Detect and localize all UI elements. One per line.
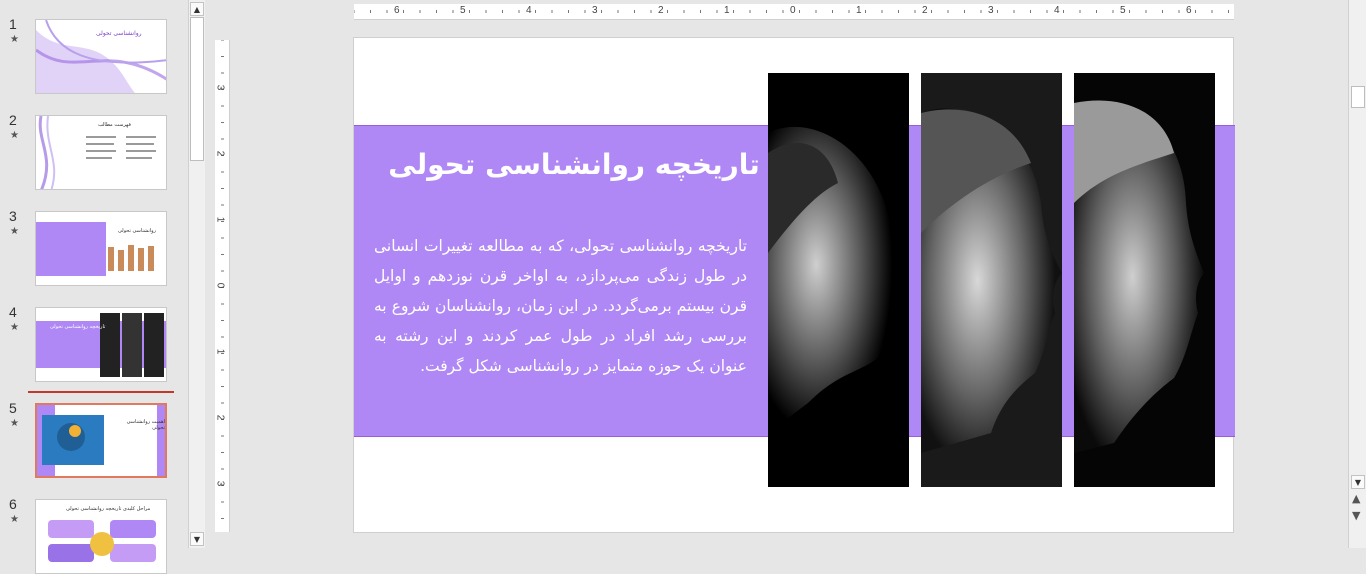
horizontal-ruler: 6 5 4 3 2 1 0 1 2 3 4 5 6 xyxy=(354,4,1234,20)
ruler-number: 4 xyxy=(526,5,532,16)
thumbnail-title: روانشناسی تحولی xyxy=(96,30,142,37)
thumbnail-scrollbar[interactable]: ▲ ▼ xyxy=(188,0,205,548)
thumbnail-title: فهرست مطالب xyxy=(98,122,131,128)
scroll-down-icon[interactable]: ▼ xyxy=(190,532,204,546)
ruler-number: 5 xyxy=(1120,5,1126,16)
ruler-number: 1 xyxy=(724,5,730,16)
scroll-up-icon[interactable]: ▲ xyxy=(190,2,204,16)
ruler-number: 2 xyxy=(658,5,664,16)
thumbnail-art xyxy=(36,313,166,377)
ruler-number: 6 xyxy=(1186,5,1192,16)
thumbnail-slide-1[interactable]: روانشناسی تحولی xyxy=(35,19,167,94)
thumbnail-art xyxy=(37,405,165,476)
thumbnail-art xyxy=(36,222,154,276)
animation-star-icon: ★ xyxy=(10,322,19,333)
ruler-number: 1 xyxy=(214,216,226,223)
vertical-ruler: 3 2 1 0 1 2 3 xyxy=(214,40,230,532)
thumbnail-number: 1 xyxy=(9,16,17,32)
ruler-number: 4 xyxy=(1054,5,1060,16)
scrollbar-thumb[interactable] xyxy=(1351,86,1365,108)
thumbnail-title: روانشناسی تحولی xyxy=(118,228,156,234)
ruler-number: 3 xyxy=(988,5,994,16)
slide-body-text[interactable]: تاریخچه روانشناسی تحولی، که به مطالعه تغ… xyxy=(374,231,747,381)
animation-star-icon: ★ xyxy=(10,514,19,525)
thumbnail-title: مراحل کلیدی تاریخچه روانشناسی تحولی xyxy=(66,506,151,512)
next-slide-icon[interactable]: ▼ xyxy=(1352,509,1360,522)
ruler-number: 2 xyxy=(922,5,928,16)
thumbnail-number: 5 xyxy=(9,400,17,416)
thumbnail-number: 3 xyxy=(9,208,17,224)
animation-star-icon: ★ xyxy=(10,130,19,141)
scrollbar-thumb[interactable] xyxy=(190,17,204,161)
thumbnail-slide-2[interactable]: فهرست مطالب xyxy=(35,115,167,190)
slide-canvas[interactable]: تاریخچه روانشناسی تحولی تاریخچه روانشناس… xyxy=(353,37,1235,533)
ruler-number: 5 xyxy=(460,5,466,16)
slide-title[interactable]: تاریخچه روانشناسی تحولی xyxy=(374,148,774,181)
ruler-number: 3 xyxy=(214,84,226,91)
animation-star-icon: ★ xyxy=(10,34,19,45)
ruler-number: 0 xyxy=(214,282,226,289)
thumbnail-slide-3[interactable]: روانشناسی تحولی xyxy=(35,211,167,286)
slide-scrollbar[interactable]: ▼ ▲ ▼ xyxy=(1348,0,1366,548)
ruler-number: 2 xyxy=(214,150,226,157)
drop-indicator xyxy=(28,391,174,393)
photo-panel-adult[interactable] xyxy=(921,73,1062,487)
slide-thumbnail-pane: 1 ★ روانشناسی تحولی 2 ★ فهرست مطالب 3 ★ … xyxy=(0,0,188,574)
thumbnail-title: اهمیت روانشناسی تحولی xyxy=(126,419,165,431)
ruler-number: 3 xyxy=(592,5,598,16)
thumbnail-number: 4 xyxy=(9,304,17,320)
ruler-number: 6 xyxy=(394,5,400,16)
child-profile-image xyxy=(768,73,909,487)
adult-profile-image xyxy=(921,73,1062,487)
animation-star-icon: ★ xyxy=(10,418,19,429)
ruler-number: 3 xyxy=(214,480,226,487)
thumbnail-slide-4[interactable]: تاریخچه روانشناسی تحولی xyxy=(35,307,167,382)
thumbnail-number: 6 xyxy=(9,496,17,512)
photo-panel-elder[interactable] xyxy=(1074,73,1215,487)
ruler-number: 0 xyxy=(790,5,796,16)
photo-panel-child[interactable] xyxy=(768,73,909,487)
thumbnail-title: تاریخچه روانشناسی تحولی xyxy=(50,324,106,330)
scroll-down-icon[interactable]: ▼ xyxy=(1351,475,1365,489)
previous-slide-icon[interactable]: ▲ xyxy=(1352,492,1360,505)
thumbnail-slide-5[interactable]: اهمیت روانشناسی تحولی xyxy=(35,403,167,478)
thumbnail-slide-6[interactable]: مراحل کلیدی تاریخچه روانشناسی تحولی xyxy=(35,499,167,574)
elder-profile-image xyxy=(1074,73,1215,487)
ruler-number: 1 xyxy=(214,348,226,355)
animation-star-icon: ★ xyxy=(10,226,19,237)
ruler-number: 2 xyxy=(214,414,226,421)
ruler-number: 1 xyxy=(856,5,862,16)
thumbnail-number: 2 xyxy=(9,112,17,128)
